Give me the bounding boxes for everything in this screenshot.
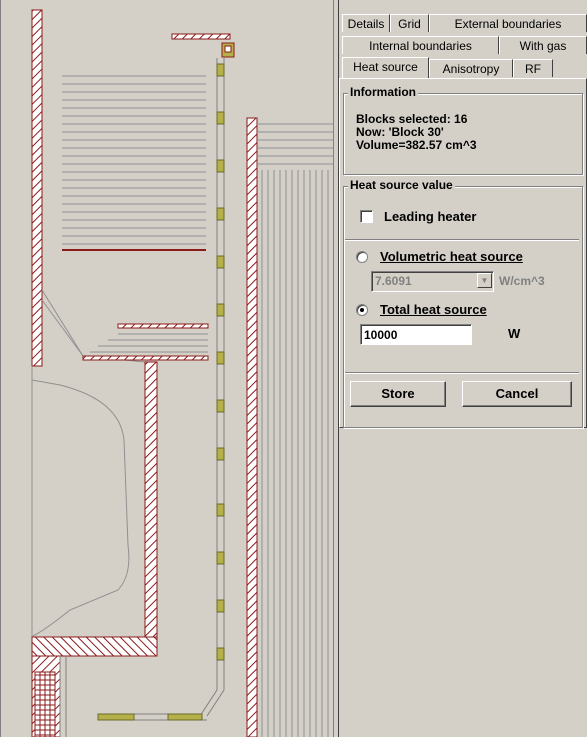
bottom-wall bbox=[31, 636, 158, 657]
current-block-text: Now: 'Block 30' bbox=[356, 125, 444, 139]
tab-with-gas[interactable]: With gas bbox=[499, 36, 587, 54]
properties-panel: Details Grid External boundaries Interna… bbox=[339, 0, 587, 737]
outer-wall bbox=[246, 117, 258, 737]
tab-details[interactable]: Details bbox=[342, 14, 390, 32]
total-radio[interactable] bbox=[356, 304, 368, 316]
leading-heater-label[interactable]: Leading heater bbox=[384, 209, 476, 224]
tab-anisotropy[interactable]: Anisotropy bbox=[429, 59, 513, 77]
chevron-down-icon[interactable]: ▼ bbox=[477, 273, 492, 288]
tab-internal-boundaries[interactable]: Internal boundaries bbox=[342, 36, 499, 54]
left-wall bbox=[31, 9, 43, 367]
cancel-button[interactable]: Cancel bbox=[462, 381, 572, 407]
geometry-canvas[interactable] bbox=[0, 0, 333, 737]
tab-heat-source[interactable]: Heat source bbox=[342, 57, 429, 78]
tab-rf[interactable]: RF bbox=[513, 59, 553, 77]
total-label[interactable]: Total heat source bbox=[380, 302, 487, 317]
blocks-selected-text: Blocks selected: 16 bbox=[356, 112, 468, 126]
volumetric-label[interactable]: Volumetric heat source bbox=[380, 249, 523, 264]
volume-text: Volume=382.57 cm^3 bbox=[356, 138, 477, 152]
tab-external-boundaries[interactable]: External boundaries bbox=[429, 14, 587, 32]
volumetric-radio[interactable] bbox=[356, 251, 368, 263]
crucible-outline bbox=[31, 379, 130, 637]
total-unit: W bbox=[508, 326, 521, 341]
heat-source-title: Heat source value bbox=[348, 178, 455, 192]
layer-lines bbox=[62, 75, 206, 245]
grid-block bbox=[34, 671, 56, 737]
heat-source-group: Heat source value Leading heater Volumet… bbox=[343, 178, 583, 428]
leading-heater-checkbox[interactable] bbox=[360, 210, 373, 223]
total-value-field[interactable] bbox=[360, 324, 472, 345]
separator bbox=[345, 372, 579, 374]
volumetric-unit: W/cm^3 bbox=[499, 274, 545, 288]
heater-segments bbox=[216, 63, 225, 661]
volumetric-value-combo[interactable]: 7.6091 ▼ bbox=[371, 271, 494, 292]
volumetric-value: 7.6091 bbox=[375, 274, 412, 288]
information-group: Information Blocks selected: 16 Now: 'Bl… bbox=[343, 85, 583, 175]
geometry-drawing bbox=[0, 0, 333, 737]
cavity-outline bbox=[31, 289, 146, 651]
tab-grid[interactable]: Grid bbox=[390, 14, 429, 32]
store-button[interactable]: Store bbox=[350, 381, 446, 407]
inner-wall bbox=[144, 361, 158, 657]
separator bbox=[345, 239, 579, 241]
heat-source-page: Information Blocks selected: 16 Now: 'Bl… bbox=[339, 78, 587, 428]
information-title: Information bbox=[348, 85, 418, 99]
vertical-lines bbox=[261, 170, 329, 737]
